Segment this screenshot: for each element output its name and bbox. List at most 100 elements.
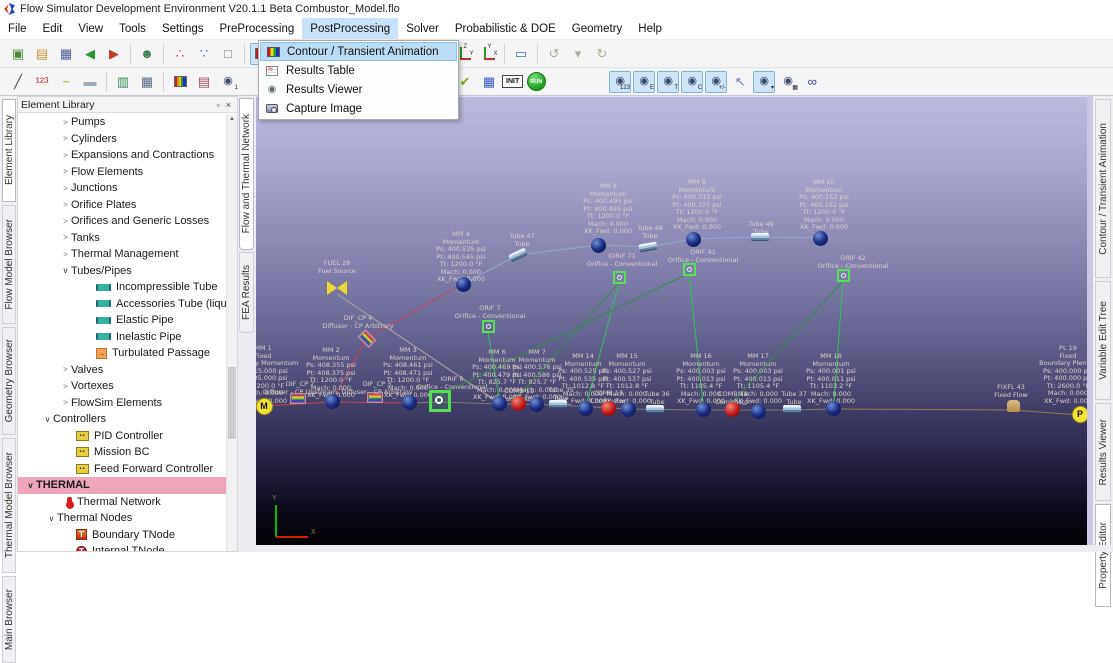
collapsed-arrow-icon[interactable]: > — [60, 118, 71, 127]
node-dif-cp-3[interactable] — [367, 392, 383, 403]
run-button[interactable]: RUN — [525, 71, 547, 93]
scroll-up-icon[interactable]: ▲ — [227, 114, 237, 124]
screen-capture-icon[interactable]: ▭ — [510, 43, 532, 65]
select-region-icon[interactable]: □ — [217, 43, 239, 65]
node-mm-8[interactable] — [591, 238, 606, 253]
redo-icon[interactable]: ↻ — [591, 43, 613, 65]
tab-thermal-model-browser[interactable]: Thermal Model Browser — [2, 438, 16, 573]
collapsed-arrow-icon[interactable]: > — [60, 398, 71, 407]
tab-results-viewer[interactable]: Results Viewer — [1095, 403, 1111, 501]
node-orif-7[interactable] — [482, 320, 495, 333]
menu-help[interactable]: Help — [630, 18, 670, 39]
expanded-arrow-icon[interactable]: v — [25, 481, 36, 490]
node-mm-2[interactable] — [325, 394, 340, 409]
menu-item-contour-animation[interactable]: Contour / Transient Animation — [260, 42, 457, 61]
draw-numbered-icon[interactable]: ¹²³ — [31, 71, 53, 93]
viewport-tab-flow-and-thermal-network[interactable]: Flow and Thermal Network — [239, 98, 254, 250]
tree-item-tubes-pipes[interactable]: vTubes/Pipes — [18, 263, 226, 280]
plot-chart-icon[interactable]: ▥ — [112, 71, 134, 93]
menu-solver[interactable]: Solver — [398, 18, 447, 39]
export-model-icon[interactable]: ▶ — [103, 43, 125, 65]
node-tube-36[interactable] — [646, 405, 664, 413]
tree-item-thermal-management[interactable]: >Thermal Management — [18, 246, 226, 263]
node-comb-18[interactable] — [725, 402, 740, 417]
tree-item-pid-controller[interactable]: ▪▪PID Controller — [18, 428, 226, 445]
tree-item-accessories-tube-liqu[interactable]: Accessories Tube (liqu... — [18, 296, 226, 313]
node-mm-17[interactable] — [751, 404, 766, 419]
expanded-arrow-icon[interactable]: v — [42, 415, 53, 424]
node-fixfl-43[interactable] — [1007, 400, 1020, 412]
show-grid-icon[interactable]: ◉▦ — [777, 71, 799, 93]
viewport-tab-fea-results[interactable]: FEA Results — [239, 252, 254, 333]
node-mm-15[interactable] — [621, 402, 636, 417]
collapsed-arrow-icon[interactable]: > — [60, 233, 71, 242]
tab-flow-model-browser[interactable]: Flow Model Browser — [2, 205, 16, 324]
node-orif-41[interactable] — [683, 263, 696, 276]
node-orif-42[interactable] — [837, 269, 850, 282]
node-tube-35[interactable] — [549, 400, 567, 408]
node-comb-11[interactable] — [511, 396, 526, 411]
menu-file[interactable]: File — [0, 18, 35, 39]
menu-item-results-viewer[interactable]: ◉ Results Viewer — [260, 80, 457, 99]
tree-item-thermal-network[interactable]: Thermal Network — [18, 494, 226, 511]
undo-icon[interactable]: ↺ — [543, 43, 565, 65]
node-mm-10[interactable] — [813, 231, 828, 246]
menu-item-results-table[interactable]: Results Table — [260, 61, 457, 80]
find-binoculars-icon[interactable]: ∞ — [801, 71, 823, 93]
node-fuel-28[interactable] — [327, 281, 347, 295]
collapsed-arrow-icon[interactable]: > — [60, 167, 71, 176]
node-mm-16[interactable] — [696, 402, 711, 417]
user-mode-icon[interactable]: ☻ — [136, 43, 158, 65]
menu-edit[interactable]: Edit — [35, 18, 71, 39]
draw-chain-icon[interactable]: ~ — [55, 71, 77, 93]
collapsed-arrow-icon[interactable]: > — [60, 200, 71, 209]
menu-item-capture-image[interactable]: Capture Image — [260, 99, 457, 118]
collapsed-arrow-icon[interactable]: > — [60, 365, 71, 374]
tree-item-orifice-plates[interactable]: >Orifice Plates — [18, 197, 226, 214]
tree-item-junctions[interactable]: >Junctions — [18, 180, 226, 197]
results-chart-icon[interactable]: ▤ — [193, 71, 215, 93]
node-mm-7[interactable] — [529, 397, 544, 412]
tree-item-turbulated-passage[interactable]: →Turbulated Passage — [18, 345, 226, 362]
expanded-arrow-icon[interactable]: v — [60, 266, 71, 275]
tab-element-library[interactable]: Element Library — [2, 99, 16, 202]
open-model-icon[interactable]: ▤ — [31, 43, 53, 65]
tree-item-cylinders[interactable]: >Cylinders — [18, 131, 226, 148]
tab-variable-edit-tree[interactable]: Variable Edit Tree — [1095, 281, 1111, 400]
draw-tube-icon[interactable]: ▬ — [79, 71, 101, 93]
new-model-icon[interactable]: ▣ — [7, 43, 29, 65]
node-mm-6[interactable] — [492, 396, 507, 411]
view-iso-icon[interactable]: YX — [477, 43, 499, 65]
node-pl-19[interactable]: P — [1072, 406, 1088, 423]
tree-item-feed-forward-controller[interactable]: ▪▪Feed Forward Controller — [18, 461, 226, 478]
contour-legend-icon[interactable] — [169, 71, 191, 93]
tree-item-flowsim-elements[interactable]: >FlowSim Elements — [18, 395, 226, 412]
show-temps-toggle[interactable]: ◉T — [657, 71, 679, 93]
collapsed-arrow-icon[interactable]: > — [60, 382, 71, 391]
tree-item-orifices-and-generic-losses[interactable]: >Orifices and Generic Losses — [18, 213, 226, 230]
node-mm-1[interactable]: M — [256, 398, 273, 415]
tree-item-vortexes[interactable]: >Vortexes — [18, 378, 226, 395]
node-comb-13[interactable] — [601, 401, 616, 416]
results-table-icon[interactable]: ▦ — [136, 71, 158, 93]
results-viewer-icon[interactable]: ◉1 — [217, 71, 239, 93]
tree-item-controllers[interactable]: vControllers — [18, 411, 226, 428]
show-elements-toggle[interactable]: ◉E — [633, 71, 655, 93]
calculator-icon[interactable]: ▦ — [478, 71, 500, 93]
tree-item-thermal[interactable]: vTHERMAL — [18, 477, 226, 494]
tree-item-expansions-and-contractions[interactable]: >Expansions and Contractions — [18, 147, 226, 164]
tree-item-internal-tnode[interactable]: TInternal TNode — [18, 543, 226, 551]
node-iorif-6[interactable] — [429, 390, 451, 412]
pick-pointer-icon[interactable]: ↖ — [729, 71, 751, 93]
collapsed-arrow-icon[interactable]: > — [60, 184, 71, 193]
node-tube-49[interactable] — [751, 233, 769, 241]
node-mm-4[interactable] — [456, 277, 471, 292]
node-mm-14[interactable] — [578, 401, 593, 416]
tree-item-tanks[interactable]: >Tanks — [18, 230, 226, 247]
menu-settings[interactable]: Settings — [154, 18, 212, 39]
node-dif-cp-2[interactable] — [290, 393, 306, 404]
tab-geometry-browser[interactable]: Geometry Browser — [2, 327, 16, 435]
model-viewport[interactable]: Y X FUEL 28Fuel SourceMM 4MomentumPs: 40… — [256, 96, 1087, 545]
show-chambers-toggle[interactable]: ◉C — [681, 71, 703, 93]
menu-probabilistic-doe[interactable]: Probabilistic & DOE — [447, 18, 564, 39]
